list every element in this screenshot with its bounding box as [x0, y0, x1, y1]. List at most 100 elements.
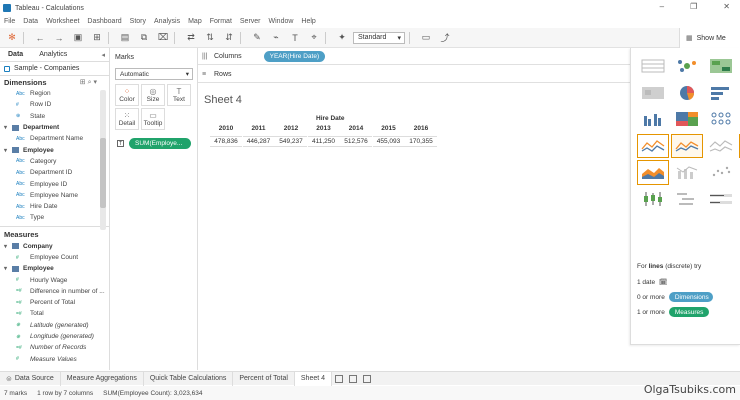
folder-employee[interactable]: ▾ Employee [0, 263, 109, 274]
clear-sheet-icon[interactable]: ⌧ [156, 31, 170, 45]
field-hourly-wage[interactable]: # Hourly Wage [0, 274, 109, 285]
field-employee-count[interactable]: # Employee Count [0, 252, 109, 263]
year-hire-date-pill[interactable]: YEAR(Hire Date) [263, 50, 326, 62]
folder-company[interactable]: ▾ Company [0, 241, 109, 252]
field-employee-name[interactable]: Abc Employee Name [0, 190, 109, 201]
gantt-chart-icon[interactable] [671, 187, 703, 212]
sheet-title[interactable]: Sheet 4 [204, 94, 242, 106]
field-hire-date[interactable]: Abc Hire Date [0, 201, 109, 212]
expand-caret-icon[interactable]: ▾ [4, 124, 12, 131]
bullet-graph-icon[interactable] [705, 187, 737, 212]
folder-employee[interactable]: ▾ Employee [0, 144, 109, 155]
field-percent-of-total[interactable]: =# Percent of Total [0, 297, 109, 308]
show-me-button[interactable]: ▦ Show Me [679, 28, 740, 48]
menu-file[interactable]: File [4, 18, 15, 25]
menu-help[interactable]: Help [301, 18, 315, 25]
pin-icon[interactable]: ✦ [335, 31, 349, 45]
folder-department[interactable]: ▾ Department [0, 122, 109, 133]
menu-server[interactable]: Server [240, 18, 261, 25]
tab-analytics[interactable]: Analytics [31, 51, 75, 58]
tab-percent-of-total[interactable]: Percent of Total [233, 371, 295, 386]
menu-data[interactable]: Data [23, 18, 38, 25]
sort-asc-icon[interactable]: ⇅ [203, 31, 217, 45]
close-icon[interactable]: ✕ [723, 2, 730, 11]
side-by-side-bar-icon[interactable] [637, 107, 669, 132]
tableau-logo-icon[interactable]: ✻ [5, 31, 19, 45]
tab-sheet-4[interactable]: Sheet 4 [294, 371, 333, 386]
field-category[interactable]: Abc Category [0, 156, 109, 167]
menu-format[interactable]: Format [210, 18, 232, 25]
year-header[interactable]: 2016 [405, 125, 437, 132]
menu-story[interactable]: Story [130, 18, 146, 25]
sort-desc-icon[interactable]: ⇵ [222, 31, 236, 45]
tab-quick-table-calculations[interactable]: Quick Table Calculations [144, 371, 234, 386]
treemap-icon[interactable] [671, 107, 703, 132]
column-header[interactable]: Hire Date [316, 115, 345, 122]
menu-worksheet[interactable]: Worksheet [46, 18, 79, 25]
mark-type-select[interactable]: Automatic ▾ [115, 68, 193, 80]
columns-shelf[interactable]: ||| Columns YEAR(Hire Date) [198, 48, 630, 65]
year-header[interactable]: 2013 [308, 125, 340, 132]
value-cell[interactable]: 512,576 [340, 136, 372, 147]
tab-measure-aggregations[interactable]: Measure Aggregations [61, 371, 144, 386]
swap-icon[interactable]: ⇄ [184, 31, 198, 45]
highlight-icon[interactable]: ✎ [250, 31, 264, 45]
pie-chart-icon[interactable] [671, 81, 703, 106]
value-cell[interactable]: 478,836 [210, 136, 242, 147]
area-discrete-icon[interactable] [637, 160, 669, 185]
expand-caret-icon[interactable]: ▾ [4, 265, 12, 272]
new-worksheet-tab-icon[interactable] [335, 374, 344, 383]
rows-shelf[interactable]: ≡ Rows [198, 66, 630, 83]
field-longitude-generated[interactable]: ⊕ Longitude (generated) [0, 331, 109, 342]
new-datasource-icon[interactable]: ⊞ [90, 31, 104, 45]
undo-icon[interactable]: ← [33, 31, 47, 45]
menu-analysis[interactable]: Analysis [154, 18, 180, 25]
menu-map[interactable]: Map [188, 18, 202, 25]
maximize-icon[interactable]: ❐ [690, 2, 697, 11]
new-worksheet-icon[interactable]: ▤ [118, 31, 132, 45]
scatter-plot-icon[interactable] [705, 160, 737, 185]
presentation-icon[interactable]: ▭ [419, 31, 433, 45]
field-state[interactable]: ⊕ State [0, 111, 109, 122]
menu-window[interactable]: Window [269, 18, 294, 25]
menu-dashboard[interactable]: Dashboard [87, 18, 121, 25]
expand-caret-icon[interactable]: ▾ [4, 147, 12, 154]
value-cell[interactable]: 455,093 [372, 136, 405, 147]
field-difference-in-number-of[interactable]: =# Difference in number of ... [0, 286, 109, 297]
text-table-icon[interactable] [637, 54, 669, 79]
year-header[interactable]: 2015 [373, 125, 405, 132]
line-discrete-icon[interactable] [671, 133, 703, 158]
dual-line-icon[interactable] [705, 134, 737, 159]
group-icon[interactable]: ⌁ [269, 31, 283, 45]
field-total[interactable]: =# Total [0, 308, 109, 319]
box-whisker-icon[interactable] [637, 187, 669, 212]
duplicate-icon[interactable]: ⧉ [137, 31, 151, 45]
new-story-tab-icon[interactable] [363, 374, 372, 383]
expand-caret-icon[interactable]: ▾ [4, 243, 12, 250]
year-header[interactable]: 2010 [210, 125, 242, 132]
tab-data-source[interactable]: ⊜ Data Source [0, 371, 61, 386]
value-cell[interactable]: 170,355 [405, 136, 437, 147]
datasource-item[interactable]: Sample - Companies [0, 62, 109, 76]
horizontal-bar-icon[interactable] [705, 81, 737, 106]
year-header[interactable]: 2014 [340, 125, 372, 132]
save-icon[interactable]: ▣ [71, 31, 85, 45]
size-button[interactable]: ◎ Size [141, 84, 165, 106]
field-type[interactable]: Abc Type [0, 212, 109, 223]
share-icon[interactable]: ⤴ [438, 31, 452, 45]
year-header[interactable]: 2012 [275, 125, 307, 132]
year-header[interactable]: 2011 [243, 125, 275, 132]
value-cell[interactable]: 446,287 [242, 136, 275, 147]
collapse-pane-icon[interactable]: ◂ [101, 51, 105, 59]
tooltip-button[interactable]: ▭ Tooltip [141, 108, 165, 130]
labels-icon[interactable]: T [288, 31, 302, 45]
text-button[interactable]: T Text [167, 84, 191, 106]
tab-data[interactable]: Data [0, 51, 31, 58]
field-region[interactable]: Abc Region [0, 88, 109, 99]
heat-map-icon[interactable] [671, 54, 703, 79]
search-icon[interactable]: ⊞ ⌕ ▾ [80, 78, 97, 87]
worksheet-view[interactable]: Sheet 4 Hire Date 2010 2011 2012 2013 2014 20… [198, 84, 630, 370]
line-continuous-icon[interactable] [637, 133, 669, 158]
highlight-table-icon[interactable] [705, 54, 737, 79]
field-row-id[interactable]: # Row ID [0, 99, 109, 110]
